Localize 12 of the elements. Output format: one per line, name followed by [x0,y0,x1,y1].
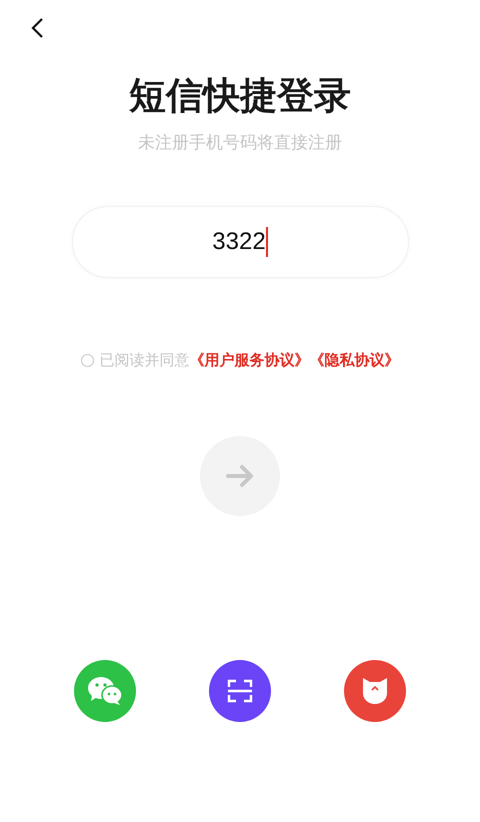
back-icon [30,17,44,39]
chat-bubbles-icon [87,676,123,706]
agreement-text: 已阅读并同意 [100,350,190,370]
subtitle: 未注册手机号码将直接注册 [138,132,342,154]
arrow-right-icon [225,464,255,488]
scan-icon [227,678,253,704]
cat-head-icon [362,677,388,705]
page-title: 短信快捷登录 [129,74,351,118]
phone-field[interactable]: 3322 [72,206,408,278]
agreement-link[interactable]: 《用户服务协议》 [190,350,310,372]
agree-checkbox[interactable] [80,354,94,368]
agreement-link[interactable]: 《隐私协议》 [310,350,400,372]
